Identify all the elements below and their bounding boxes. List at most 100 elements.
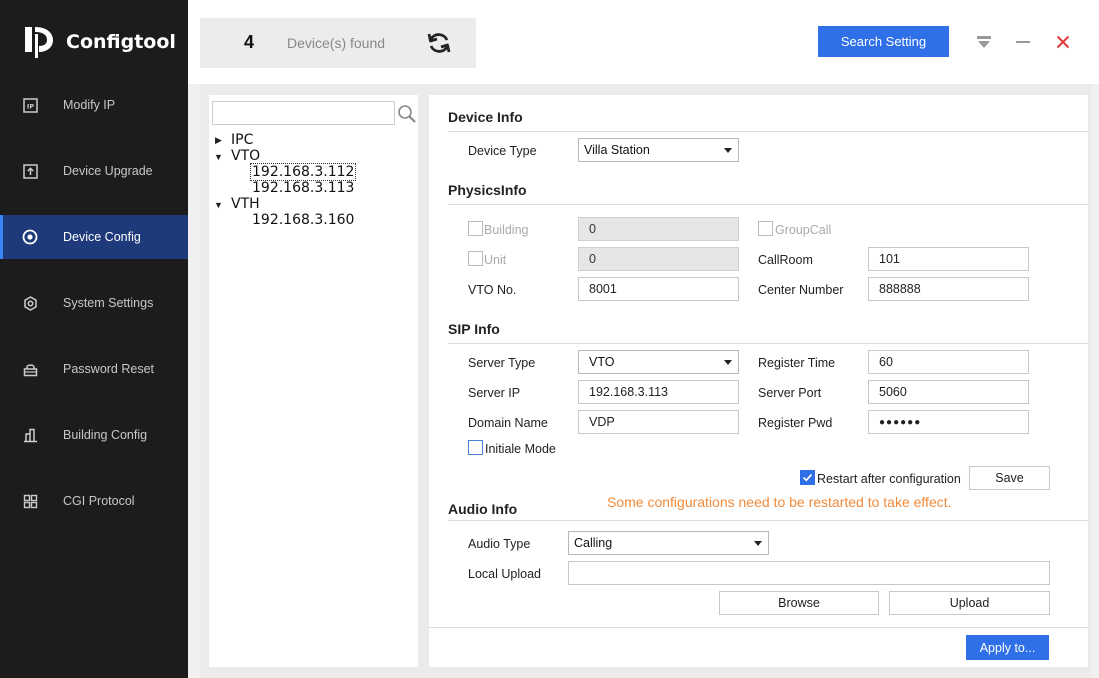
- tree-group-ipc[interactable]: IPC: [231, 132, 253, 148]
- devices-found-panel: 4 Device(s) found: [200, 18, 476, 68]
- building-label: Building: [484, 223, 529, 237]
- sidebar-item-modify-ip[interactable]: IP Modify IP: [0, 83, 188, 127]
- chevron-down-icon: [724, 148, 732, 153]
- tree-group-vto[interactable]: VTO: [231, 148, 260, 164]
- group-call-checkbox[interactable]: [758, 221, 773, 236]
- tree-item-device[interactable]: 192.168.3.160: [252, 212, 354, 228]
- device-type-label: Device Type: [468, 144, 537, 158]
- checkmark-icon: [802, 473, 813, 482]
- devices-found-label: Device(s) found: [287, 35, 386, 51]
- upload-button[interactable]: Upload: [889, 591, 1050, 615]
- initiale-mode-checkbox[interactable]: [468, 440, 483, 455]
- gear-icon: [22, 295, 38, 311]
- server-type-value: VTO: [589, 355, 615, 369]
- main-area: 4 Device(s) found Search Setting ▶ IPC ▼…: [188, 0, 1099, 678]
- building-icon: [22, 427, 38, 443]
- audio-type-value: Calling: [574, 536, 613, 550]
- device-tree-panel: ▶ IPC ▼ VTO 192.168.3.112 192.168.3.113 …: [209, 95, 418, 667]
- apply-to-button[interactable]: Apply to...: [966, 635, 1049, 660]
- sidebar-item-device-config[interactable]: Device Config: [0, 215, 188, 259]
- section-title-device-info: Device Info: [448, 109, 523, 125]
- expanded-arrow-icon[interactable]: ▼: [214, 200, 223, 210]
- register-time-field[interactable]: 60: [868, 350, 1029, 374]
- server-type-select[interactable]: VTO: [578, 350, 739, 374]
- center-number-label: Center Number: [758, 283, 844, 297]
- logo-icon: [25, 27, 53, 58]
- divider: [429, 627, 1088, 628]
- sidebar-item-password-reset[interactable]: Password Reset: [0, 347, 188, 391]
- chevron-down-icon: [724, 360, 732, 365]
- search-setting-button[interactable]: Search Setting: [818, 26, 949, 57]
- tree-item-device[interactable]: 192.168.3.112: [249, 163, 357, 181]
- call-room-label: CallRoom: [758, 253, 813, 267]
- vto-no-field[interactable]: 8001: [578, 277, 739, 301]
- sidebar-item-label: CGI Protocol: [63, 494, 135, 508]
- server-port-field[interactable]: 5060: [868, 380, 1029, 404]
- sidebar-item-system-settings[interactable]: System Settings: [0, 281, 188, 325]
- audio-type-select[interactable]: Calling: [568, 531, 769, 555]
- section-title-audio-info: Audio Info: [448, 501, 518, 517]
- tree-item-device[interactable]: 192.168.3.113: [252, 180, 354, 196]
- server-ip-field[interactable]: 192.168.3.113: [578, 380, 739, 404]
- initiale-mode-label: Initiale Mode: [485, 442, 556, 456]
- dropdown-menu-icon[interactable]: [974, 30, 994, 54]
- restart-checkbox[interactable]: [800, 470, 815, 485]
- audio-type-label: Audio Type: [468, 537, 531, 551]
- unit-checkbox[interactable]: [468, 251, 483, 266]
- collapsed-arrow-icon[interactable]: ▶: [215, 135, 222, 146]
- lock-icon: [22, 361, 38, 377]
- server-port-label: Server Port: [758, 386, 822, 400]
- vto-no-label: VTO No.: [468, 283, 517, 297]
- divider: [448, 204, 1088, 205]
- sidebar-item-label: Building Config: [63, 428, 148, 442]
- sidebar-item-label: System Settings: [63, 296, 154, 310]
- sidebar-item-building-config[interactable]: Building Config: [0, 413, 188, 457]
- grid-icon: [22, 493, 38, 509]
- domain-name-label: Domain Name: [468, 416, 548, 430]
- local-upload-label: Local Upload: [468, 567, 541, 581]
- divider: [448, 520, 1088, 521]
- ip-icon: IP: [22, 97, 38, 113]
- chevron-down-icon: [754, 541, 762, 546]
- device-count: 4: [244, 32, 255, 52]
- device-type-value: Villa Station: [584, 143, 650, 157]
- restart-warning: Some configurations need to be restarted…: [607, 494, 952, 510]
- center-number-field[interactable]: 888888: [868, 277, 1029, 301]
- sidebar-item-cgi-protocol[interactable]: CGI Protocol: [0, 479, 188, 523]
- sidebar-item-device-upgrade[interactable]: Device Upgrade: [0, 149, 188, 193]
- unit-field[interactable]: 0: [578, 247, 739, 271]
- building-checkbox[interactable]: [468, 221, 483, 236]
- top-bar: 4 Device(s) found Search Setting: [188, 0, 1099, 84]
- tree-search-input[interactable]: [212, 101, 395, 125]
- expanded-arrow-icon[interactable]: ▼: [214, 152, 223, 162]
- restart-label: Restart after configuration: [817, 472, 961, 486]
- register-pwd-label: Register Pwd: [758, 416, 833, 430]
- search-icon[interactable]: [397, 104, 417, 124]
- device-config-panel: Device Info Device Type Villa Station Ph…: [429, 95, 1088, 667]
- content-area: ▶ IPC ▼ VTO 192.168.3.112 192.168.3.113 …: [200, 84, 1091, 678]
- section-title-sip-info: SIP Info: [448, 321, 500, 337]
- device-type-select[interactable]: Villa Station: [578, 138, 739, 162]
- sidebar-item-label: Device Upgrade: [63, 164, 153, 178]
- upload-icon: [22, 163, 38, 179]
- divider: [448, 131, 1088, 132]
- call-room-field[interactable]: 101: [868, 247, 1029, 271]
- refresh-icon[interactable]: [426, 30, 452, 56]
- sidebar-item-label: Password Reset: [63, 362, 155, 376]
- svg-text:IP: IP: [26, 102, 33, 110]
- building-field[interactable]: 0: [578, 217, 739, 241]
- group-call-label: GroupCall: [775, 223, 832, 237]
- sidebar: Configtool IP Modify IP Device Upgrade D…: [0, 0, 188, 678]
- register-pwd-field[interactable]: ●●●●●●: [868, 410, 1029, 434]
- divider: [448, 343, 1088, 344]
- browse-button[interactable]: Browse: [719, 591, 879, 615]
- app-logo: Configtool: [22, 22, 176, 62]
- domain-name-field[interactable]: VDP: [578, 410, 739, 434]
- tree-group-vth[interactable]: VTH: [231, 196, 260, 212]
- minimize-icon[interactable]: [1013, 30, 1033, 54]
- section-title-physics-info: PhysicsInfo: [448, 182, 527, 198]
- close-icon[interactable]: [1053, 30, 1073, 54]
- save-button[interactable]: Save: [969, 466, 1050, 490]
- local-upload-field[interactable]: [568, 561, 1050, 585]
- sidebar-item-label: Device Config: [63, 230, 141, 244]
